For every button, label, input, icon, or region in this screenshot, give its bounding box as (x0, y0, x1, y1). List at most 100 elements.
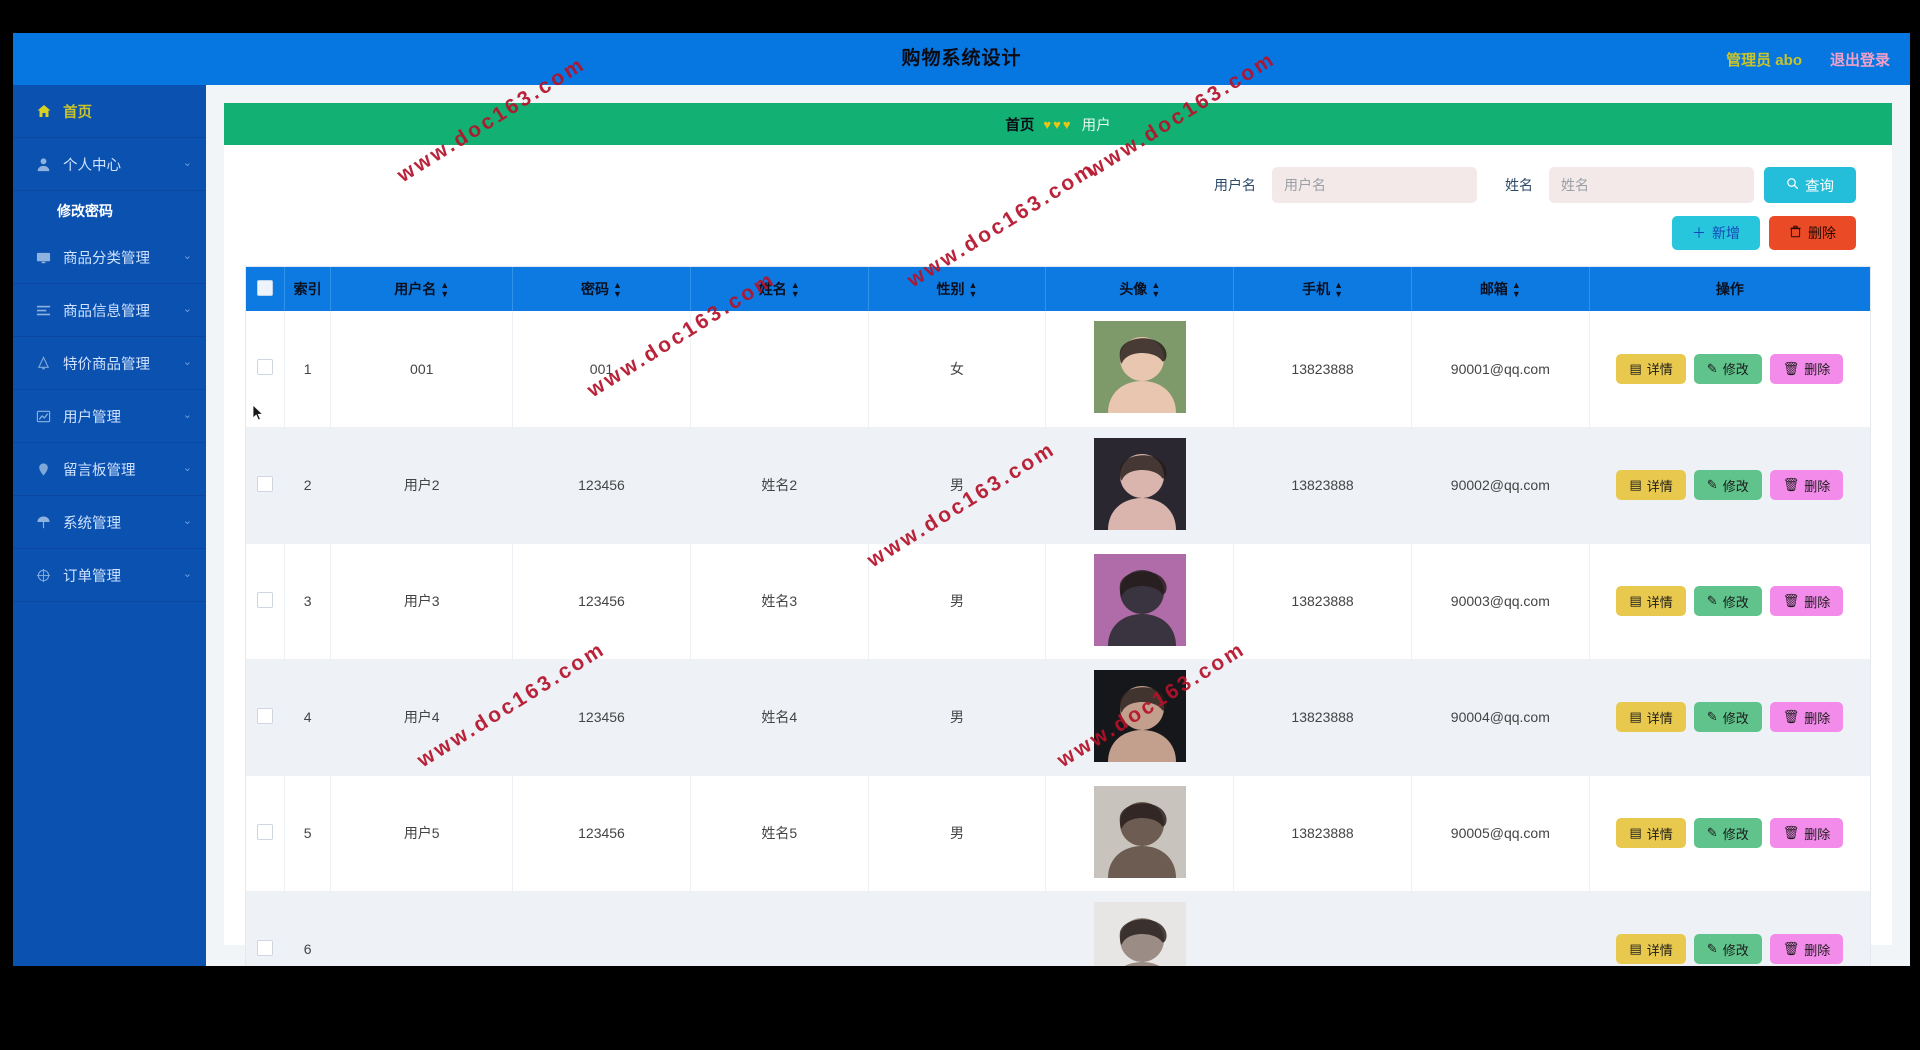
cell-operations: ▤ 详情 ✎ 修改 🗑 删除 (1589, 311, 1870, 428)
sidebar-item-category-management[interactable]: 商品分类管理 ⌄ (13, 231, 206, 284)
sidebar-item-order-management[interactable]: 订单管理 ⌄ (13, 549, 206, 602)
column-header-username[interactable]: 用户名 ▲ ▼ (330, 267, 514, 311)
sort-arrows-icon[interactable]: ▲ ▼ (440, 281, 449, 299)
table-row[interactable]: 6 ▤ 详情 ✎ 修改 🗑 删除 (246, 891, 1870, 966)
row-checkbox[interactable] (246, 311, 285, 428)
cell-value: 姓名2 (761, 477, 798, 493)
table-row[interactable]: 1 001 001 女 13823888 90001@qq.com ▤ 详情 ✎ 修改 🗑 删除 (246, 311, 1870, 428)
checkbox-icon[interactable] (256, 475, 273, 492)
sort-arrows-icon[interactable]: ▲ ▼ (613, 281, 622, 299)
main-content: 首页 ♥♥♥ 用户 用户名 姓名 查询 ＋ 新增 (206, 85, 1910, 966)
sidebar-subitem-change-password[interactable]: 修改密码 (13, 191, 206, 231)
cell-value: 90004@qq.com (1450, 709, 1550, 725)
cell-index: 3 (284, 543, 332, 660)
select-all-checkbox[interactable] (246, 267, 285, 311)
sidebar-item-personal-center[interactable]: 个人中心 ⌄ (13, 138, 206, 191)
sidebar-item-home[interactable]: 首页 (13, 85, 206, 138)
column-header-name[interactable]: 姓名 ▲ ▼ (690, 267, 869, 311)
row-checkbox[interactable] (246, 659, 285, 776)
row-edit-button[interactable]: ✎ 修改 (1693, 353, 1762, 384)
add-button[interactable]: ＋ 新增 (1672, 216, 1760, 250)
cell-phone: 13823888 (1233, 427, 1412, 544)
table-row[interactable]: 3 用户3 123456 姓名3 男 13823888 90003@qq.com ▤ 详情 ✎ 修改… (246, 543, 1870, 660)
search-button[interactable]: 查询 (1764, 167, 1856, 203)
table-row[interactable]: 2 用户2 123456 姓名2 男 13823888 90002@qq.com ▤ 详情 ✎ 修改… (246, 427, 1870, 544)
sort-arrows-icon[interactable]: ▲ ▼ (1334, 281, 1343, 299)
column-header-label: 邮箱 (1479, 280, 1508, 297)
row-del-button[interactable]: 🗑 删除 (1769, 702, 1844, 732)
checkbox-icon[interactable] (256, 279, 273, 296)
checkbox-icon[interactable] (256, 939, 273, 956)
username-search-input[interactable] (1272, 167, 1477, 203)
cell-password: 123456 (512, 659, 691, 776)
column-header-email[interactable]: 邮箱 ▲ ▼ (1411, 267, 1590, 311)
row-del-button[interactable]: 🗑 删除 (1769, 934, 1844, 964)
row-edit-button[interactable]: ✎ 修改 (1693, 702, 1762, 732)
sidebar-item-label: 个人中心 (63, 157, 121, 174)
row-del-button[interactable]: 🗑 删除 (1769, 818, 1844, 848)
row-action-label: 详情 (1646, 826, 1673, 842)
row-detail-button[interactable]: ▤ 详情 (1616, 934, 1686, 964)
row-edit-button[interactable]: ✎ 修改 (1693, 818, 1762, 848)
row-del-button[interactable]: 🗑 删除 (1769, 586, 1844, 616)
cell-email: 90003@qq.com (1411, 543, 1590, 660)
cell-phone: 13823888 (1233, 543, 1412, 660)
column-header-gender[interactable]: 性别 ▲ ▼ (868, 267, 1047, 311)
row-checkbox[interactable] (246, 427, 285, 544)
cell-value: 男 (949, 709, 964, 725)
sort-arrows-icon[interactable]: ▲ ▼ (969, 281, 978, 299)
cell-gender: 男 (868, 427, 1047, 544)
list-icon (35, 302, 52, 319)
row-checkbox[interactable] (246, 891, 285, 966)
sidebar-item-user-management[interactable]: 用户管理 ⌄ (13, 390, 206, 443)
sidebar-item-product-info-management[interactable]: 商品信息管理 ⌄ (13, 284, 206, 337)
trash-icon: 🗑 (1782, 477, 1800, 492)
sort-arrows-icon[interactable]: ▲ ▼ (1512, 281, 1521, 299)
row-checkbox[interactable] (246, 543, 285, 660)
cell-index: 4 (284, 659, 332, 776)
sidebar-item-label: 订单管理 (63, 568, 121, 585)
cell-email: 90005@qq.com (1411, 775, 1590, 892)
table-row[interactable]: 5 用户5 123456 姓名5 男 13823888 90005@qq.com ▤ 详情 ✎ 修改… (246, 775, 1870, 892)
sidebar-item-label: 留言板管理 (63, 462, 136, 479)
admin-user-label: 管理员 abo (1726, 51, 1802, 69)
plus-icon: ＋ (1692, 225, 1706, 241)
checkbox-icon[interactable] (256, 359, 273, 376)
row-detail-button[interactable]: ▤ 详情 (1616, 353, 1686, 384)
row-detail-button[interactable]: ▤ 详情 (1616, 470, 1686, 500)
checkbox-icon[interactable] (256, 823, 273, 840)
delete-button[interactable]: 删除 (1769, 216, 1856, 250)
row-checkbox[interactable] (246, 775, 285, 892)
cell-value: 13823888 (1291, 477, 1354, 493)
checkbox-icon[interactable] (256, 707, 273, 724)
sort-arrows-icon[interactable]: ▲ ▼ (1151, 281, 1160, 299)
row-detail-button[interactable]: ▤ 详情 (1616, 702, 1686, 732)
cell-avatar (1045, 775, 1235, 892)
sort-arrows-icon[interactable]: ▲ ▼ (791, 281, 800, 299)
avatar (1093, 669, 1186, 762)
logout-link[interactable]: 退出登录 (1830, 49, 1890, 70)
row-detail-button[interactable]: ▤ 详情 (1616, 818, 1686, 848)
sidebar-item-label: 首页 (63, 104, 92, 121)
cell-password: 001 (512, 311, 691, 428)
checkbox-icon[interactable] (256, 591, 273, 608)
row-del-button[interactable]: 🗑 删除 (1769, 353, 1844, 384)
sidebar-item-system-management[interactable]: 系统管理 ⌄ (13, 496, 206, 549)
column-header-password[interactable]: 密码 ▲ ▼ (512, 267, 691, 311)
sidebar-item-special-price-management[interactable]: 特价商品管理 ⌄ (13, 337, 206, 390)
column-header-phone[interactable]: 手机 ▲ ▼ (1233, 267, 1412, 311)
table-row[interactable]: 4 用户4 123456 姓名4 男 13823888 90004@qq.com ▤ 详情 ✎ 修改… (246, 659, 1870, 776)
row-del-button[interactable]: 🗑 删除 (1769, 470, 1844, 500)
row-edit-button[interactable]: ✎ 修改 (1693, 934, 1762, 964)
name-search-input[interactable] (1549, 167, 1754, 203)
sidebar-item-message-board-management[interactable]: 留言板管理 ⌄ (13, 443, 206, 496)
row-edit-button[interactable]: ✎ 修改 (1693, 470, 1762, 500)
row-detail-button[interactable]: ▤ 详情 (1616, 586, 1686, 616)
column-header-avatar[interactable]: 头像 ▲ ▼ (1045, 267, 1235, 311)
username-filter-label: 用户名 (1214, 177, 1256, 193)
cell-username: 001 (330, 311, 514, 428)
row-edit-button[interactable]: ✎ 修改 (1693, 586, 1762, 616)
chevron-down-icon: ⌄ (182, 157, 192, 170)
breadcrumb-home[interactable]: 首页 (1005, 114, 1034, 135)
avatar (1093, 785, 1186, 878)
